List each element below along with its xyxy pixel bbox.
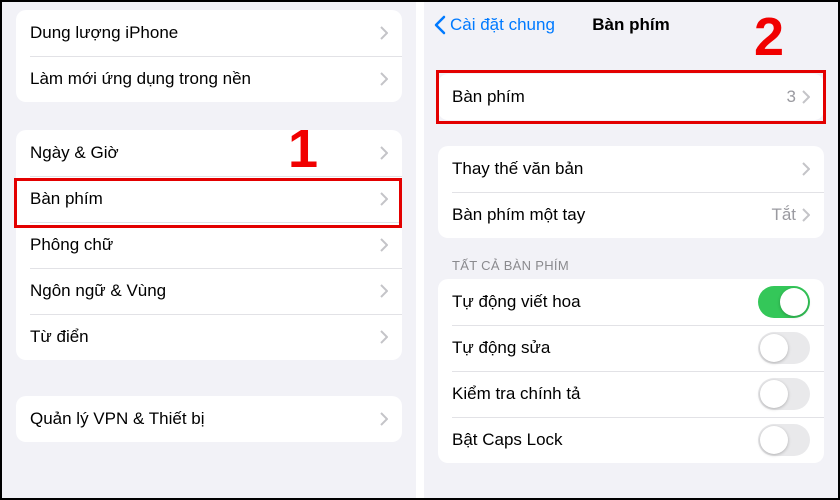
row-label: Bàn phím một tay [452,205,771,225]
chevron-right-icon [380,146,388,160]
row-language-region[interactable]: Ngôn ngữ & Vùng [16,268,402,314]
keyboard-group-options: Thay thế văn bản Bàn phím một tay Tắt [438,146,824,238]
chevron-right-icon [802,208,810,222]
row-label: Tự động sửa [452,338,758,358]
row-label: Từ điển [30,327,380,347]
keyboard-settings-pane: Cài đặt chung Bàn phím Bàn phím 3 Thay t… [420,2,838,498]
row-dictionary[interactable]: Từ điển [16,314,402,360]
row-label: Ngôn ngữ & Vùng [30,281,380,301]
section-header-all-keyboards: TẤT CẢ BÀN PHÍM [452,258,810,273]
toggle-spell-check[interactable] [758,378,810,410]
settings-group-system: Ngày & Giờ Bàn phím Phông chữ Ngôn ngữ &… [16,130,402,360]
chevron-left-icon [434,15,446,35]
row-label: Tự động viết hoa [452,292,758,312]
keyboard-group-all-keyboards: Tự động viết hoa Tự động sửa Kiểm tra ch… [438,279,824,463]
row-background-app-refresh[interactable]: Làm mới ứng dụng trong nền [16,56,402,102]
row-label: Bật Caps Lock [452,430,758,450]
chevron-right-icon [380,330,388,344]
row-label: Bàn phím [452,87,787,107]
chevron-right-icon [380,72,388,86]
row-spell-check: Kiểm tra chính tả [438,371,824,417]
chevron-right-icon [380,284,388,298]
settings-group-storage: Dung lượng iPhone Làm mới ứng dụng trong… [16,10,402,102]
chevron-right-icon [802,162,810,176]
row-label: Kiểm tra chính tả [452,384,758,404]
row-text-replacement[interactable]: Thay thế văn bản [438,146,824,192]
row-fonts[interactable]: Phông chữ [16,222,402,268]
chevron-right-icon [380,26,388,40]
row-auto-correct: Tự động sửa [438,325,824,371]
chevron-right-icon [380,412,388,426]
chevron-right-icon [380,238,388,252]
row-value: 3 [787,87,796,107]
back-label: Cài đặt chung [450,15,555,35]
row-label: Thay thế văn bản [452,159,802,179]
row-iphone-storage[interactable]: Dung lượng iPhone [16,10,402,56]
general-settings-pane: Dung lượng iPhone Làm mới ứng dụng trong… [2,2,420,498]
nav-bar: Cài đặt chung Bàn phím [424,2,838,48]
row-label: Làm mới ứng dụng trong nền [30,69,380,89]
row-one-handed-keyboard[interactable]: Bàn phím một tay Tắt [438,192,824,238]
row-label: Phông chữ [30,235,380,255]
row-caps-lock: Bật Caps Lock [438,417,824,463]
row-vpn-device-management[interactable]: Quản lý VPN & Thiết bị [16,396,402,442]
row-label: Ngày & Giờ [30,143,380,163]
row-value: Tắt [771,205,796,225]
keyboard-group-keyboards: Bàn phím 3 [438,74,824,120]
row-date-time[interactable]: Ngày & Giờ [16,130,402,176]
row-label: Dung lượng iPhone [30,23,380,43]
row-keyboards[interactable]: Bàn phím 3 [438,74,824,120]
row-label: Quản lý VPN & Thiết bị [30,409,380,429]
back-button[interactable]: Cài đặt chung [434,15,555,35]
toggle-auto-correct[interactable] [758,332,810,364]
settings-group-vpn: Quản lý VPN & Thiết bị [16,396,402,442]
toggle-caps-lock[interactable] [758,424,810,456]
row-label: Bàn phím [30,189,380,209]
chevron-right-icon [380,192,388,206]
toggle-auto-capitalize[interactable] [758,286,810,318]
row-keyboard[interactable]: Bàn phím [16,176,402,222]
row-auto-capitalize: Tự động viết hoa [438,279,824,325]
chevron-right-icon [802,90,810,104]
